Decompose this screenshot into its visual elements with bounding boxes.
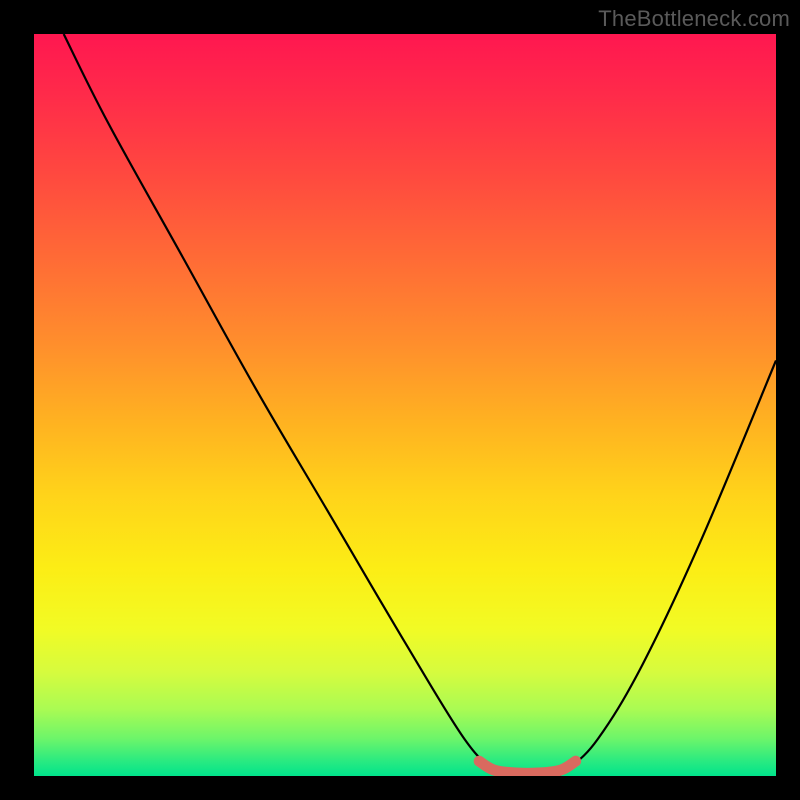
bottleneck-curve: [64, 34, 776, 776]
curve-layer: [34, 34, 776, 776]
plot-area: [34, 34, 776, 776]
chart-frame: TheBottleneck.com: [0, 0, 800, 800]
watermark-text: TheBottleneck.com: [598, 6, 790, 32]
optimal-band: [479, 761, 575, 773]
